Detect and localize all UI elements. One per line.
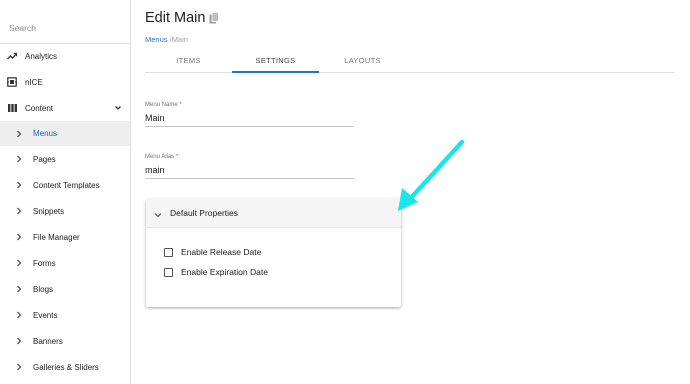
chevron-right-icon [16,311,22,319]
sidebar-item-content[interactable]: Content [0,96,130,120]
chevron-right-icon [16,155,22,163]
sidebar-item-label: nICE [25,77,43,87]
sidebar-item-forms[interactable]: Forms [0,251,130,275]
search-box [0,0,130,44]
menu-name-label: Menu Name * [145,102,182,108]
tab-layouts[interactable]: LAYOUTS [319,49,406,73]
chevron-right-icon [16,233,22,241]
sidebar-item-analytics[interactable]: Analytics [0,44,130,68]
sidebar-item-label: Snippets [33,206,65,216]
sidebar-item-label: Events [33,310,58,320]
chevron-down-icon [154,210,162,218]
menu-alias-label: Menu Alias * [145,154,179,160]
chevron-right-icon [16,337,22,345]
search-input[interactable] [9,23,119,33]
panel-title: Default Properties [170,208,239,218]
enable-release-date-checkbox[interactable] [164,247,173,257]
breadcrumb-current: Main [171,35,188,44]
enable-expiration-date-checkbox[interactable] [164,267,173,277]
enable-release-date-label: Enable Release Date [181,247,262,257]
sidebar-item-menus[interactable]: Menus [0,121,130,146]
sidebar-item-label: Forms [33,258,56,268]
sidebar-item-content-templates[interactable]: Content Templates [0,173,130,197]
sidebar-item-events[interactable]: Events [0,303,130,327]
sidebar-item-snippets[interactable]: Snippets [0,199,130,223]
default-properties-panel: Default Properties Enable Release Date E… [146,199,401,307]
breadcrumb: Menus /Main [145,35,188,44]
tab-items[interactable]: ITEMS [145,49,232,73]
sidebar-item-label: Blogs [33,284,54,294]
menu-name-field[interactable]: Menu Name * Main [145,102,354,127]
sidebar-item-banners[interactable]: Banners [0,329,130,353]
menu-alias-input[interactable]: main [145,165,354,178]
chevron-right-icon [16,130,22,138]
tab-bar: ITEMS SETTINGS LAYOUTS [145,49,675,73]
default-properties-header[interactable]: Default Properties [146,199,401,228]
enable-expiration-date-row[interactable]: Enable Expiration Date [164,267,268,277]
chevron-right-icon [16,285,22,293]
sidebar-item-label: Galleries & Sliders [33,362,99,372]
page-title-row: Edit Main [145,10,220,26]
chevron-right-icon [16,259,22,267]
sidebar-item-label: Banners [33,336,63,346]
copy-icon[interactable] [209,12,220,24]
menu-alias-field[interactable]: Menu Alias * main [145,154,354,179]
page-title: Edit Main [145,10,206,26]
sidebar-item-label: Menus [33,129,58,138]
view-list-icon [7,103,17,113]
chevron-down-icon [114,104,122,112]
chevron-right-icon [16,181,22,189]
main-content: Edit Main Menus /Main ITEMS SETTINGS LAY… [131,0,690,384]
sidebar-item-label: Pages [33,154,56,164]
sidebar-item-label: Content Templates [33,180,100,190]
sidebar-item-label: File Manager [33,232,80,242]
sidebar-item-file-manager[interactable]: File Manager [0,225,130,249]
sidebar: Analytics nICE Content Menus Pages Conte… [0,0,131,384]
menu-name-input[interactable]: Main [145,113,354,126]
tab-settings[interactable]: SETTINGS [232,49,319,73]
sidebar-item-label: Analytics [25,51,58,61]
breadcrumb-link-menus[interactable]: Menus [145,35,168,44]
trending-up-icon [7,51,17,61]
sidebar-item-pages[interactable]: Pages [0,147,130,171]
enable-release-date-row[interactable]: Enable Release Date [164,247,261,257]
chevron-right-icon [16,363,22,371]
chevron-right-icon [16,207,22,215]
sidebar-item-galleries-sliders[interactable]: Galleries & Sliders [0,355,130,379]
sidebar-item-label: Content [25,103,54,113]
enable-expiration-date-label: Enable Expiration Date [181,267,268,277]
sidebar-item-nice[interactable]: nICE [0,70,130,94]
nice-icon [7,77,17,87]
sidebar-item-blogs[interactable]: Blogs [0,277,130,301]
